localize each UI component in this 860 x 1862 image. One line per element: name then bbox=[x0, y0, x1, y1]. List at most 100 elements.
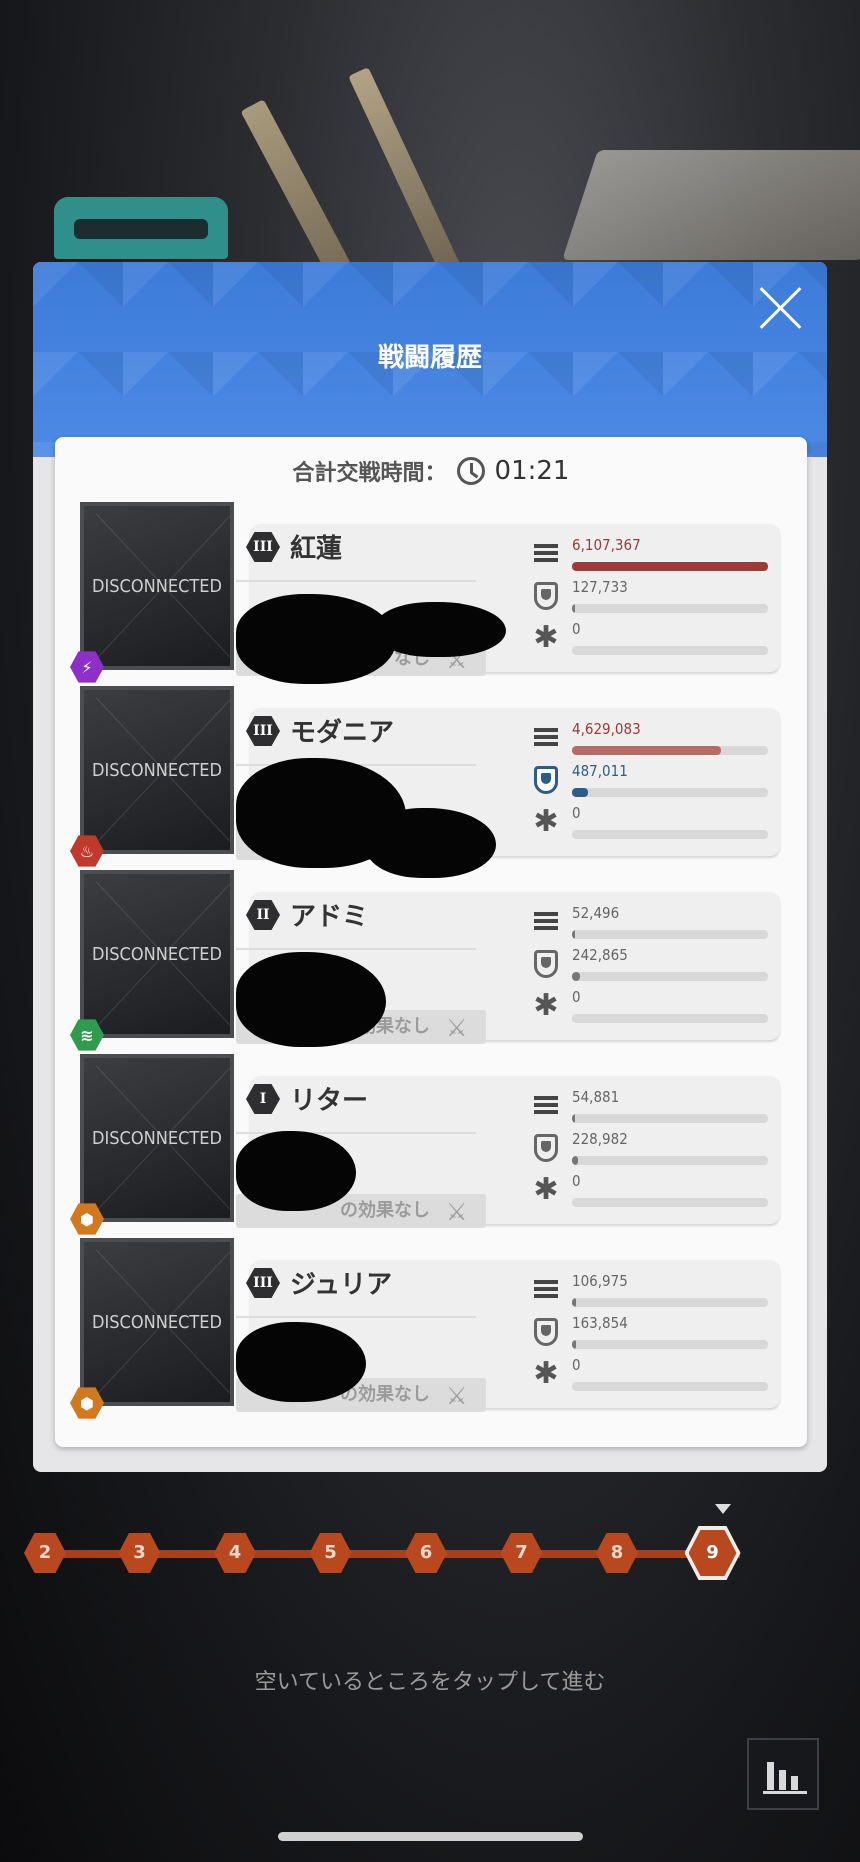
damage-bar bbox=[572, 1298, 768, 1307]
stage-progress: 23456789 bbox=[24, 1504, 760, 1580]
current-stage-marker bbox=[715, 1504, 731, 1514]
character-name: ジュリア bbox=[290, 1270, 393, 1300]
rank-badge: III bbox=[246, 716, 280, 746]
heal-value: 0 bbox=[572, 1172, 581, 1190]
history-row: DISCONNECTED ⬢ 54,881 228,982 ✱ 0 I リター bbox=[70, 1054, 792, 1235]
damage-value: 4,629,083 bbox=[572, 720, 641, 738]
damage-stat: 4,629,083 bbox=[534, 720, 772, 760]
shield-value: 163,854 bbox=[572, 1314, 628, 1332]
shield-bar bbox=[572, 972, 768, 981]
heal-stat: ✱ 0 bbox=[533, 1172, 772, 1212]
damage-stat: 52,496 bbox=[534, 904, 772, 944]
character-name: モダニア bbox=[290, 718, 395, 748]
heal-stat: ✱ 0 bbox=[533, 804, 772, 844]
damage-stat: 6,107,367 bbox=[534, 536, 772, 576]
history-row: DISCONNECTED ⚡ 6,107,367 127,733 ✱ 0 III… bbox=[70, 502, 792, 684]
stage-node: 8 bbox=[596, 1533, 638, 1573]
damage-bar bbox=[572, 562, 768, 571]
character-name: リター bbox=[290, 1086, 369, 1116]
battle-history-modal: 戦闘履歴 合計交戦時間： 01:21 DISCONNECTED ⚡ 6,107,… bbox=[33, 262, 827, 1472]
rank-badge: III bbox=[246, 532, 280, 562]
rank-badge: II bbox=[246, 900, 280, 930]
history-row: DISCONNECTED ⬢ 106,975 163,854 ✱ 0 III ジ… bbox=[70, 1238, 792, 1419]
portrait-status: DISCONNECTED bbox=[92, 1312, 222, 1333]
stage-node: 7 bbox=[500, 1533, 543, 1573]
heal-stat: ✱ 0 bbox=[533, 988, 772, 1028]
stage-node: 4 bbox=[214, 1533, 256, 1573]
damage-stat: 106,975 bbox=[534, 1272, 772, 1312]
shield-stat: 163,854 bbox=[534, 1314, 772, 1354]
heal-stat: ✱ 0 bbox=[533, 620, 772, 660]
home-indicator[interactable] bbox=[278, 1832, 583, 1841]
shield-value: 228,982 bbox=[572, 1130, 628, 1148]
damage-stat: 54,881 bbox=[534, 1088, 772, 1128]
name-divider bbox=[236, 948, 476, 950]
background-cloth bbox=[562, 150, 860, 260]
redaction-blot bbox=[366, 808, 496, 878]
damage-value: 52,496 bbox=[572, 904, 620, 922]
damage-value: 54,881 bbox=[572, 1088, 620, 1106]
rank-badge: III bbox=[246, 1268, 280, 1298]
damage-bar bbox=[572, 746, 768, 755]
character-name: 紅蓮 bbox=[290, 534, 343, 564]
character-portrait[interactable]: DISCONNECTED bbox=[80, 1238, 234, 1406]
name-area: II アドミ 効果なし ⚔ bbox=[236, 892, 566, 1047]
heal-bar bbox=[572, 830, 768, 839]
shield-stat: 487,011 bbox=[534, 762, 772, 802]
portrait-status: DISCONNECTED bbox=[92, 760, 222, 781]
heal-bar bbox=[572, 1382, 768, 1391]
crossed-swords-icon: ⚔ bbox=[446, 1014, 468, 1042]
redaction-blot bbox=[236, 1131, 356, 1211]
rank-badge: I bbox=[246, 1084, 280, 1114]
heal-stat: ✱ 0 bbox=[533, 1356, 772, 1396]
shield-bar bbox=[572, 1156, 768, 1165]
redaction-blot bbox=[236, 594, 396, 684]
shield-stat: 127,733 bbox=[534, 578, 772, 618]
portrait-status: DISCONNECTED bbox=[92, 576, 222, 597]
portrait-status: DISCONNECTED bbox=[92, 1128, 222, 1149]
heal-bar bbox=[572, 1014, 768, 1023]
character-portrait[interactable]: DISCONNECTED bbox=[80, 686, 234, 854]
heal-value: 0 bbox=[572, 988, 581, 1006]
name-area: III ジュリア の効果なし ⚔ bbox=[236, 1260, 566, 1412]
name-divider bbox=[236, 1316, 476, 1318]
clock-icon bbox=[456, 457, 485, 485]
stats-button[interactable] bbox=[747, 1738, 819, 1810]
history-panel: 合計交戦時間： 01:21 DISCONNECTED ⚡ 6,107,367 1… bbox=[55, 437, 807, 1447]
shield-bar bbox=[572, 604, 768, 613]
damage-value: 6,107,367 bbox=[572, 536, 641, 554]
shield-value: 487,011 bbox=[572, 762, 628, 780]
name-area: III 紅蓮 なし ⚔ bbox=[236, 524, 566, 684]
shield-bar bbox=[572, 1340, 768, 1349]
tap-to-continue-hint: 空いているところをタップして進む bbox=[254, 1670, 606, 1695]
damage-bar bbox=[572, 930, 768, 939]
name-divider bbox=[236, 580, 476, 582]
total-time-label: 合計交戦時間： bbox=[292, 461, 447, 486]
shield-value: 127,733 bbox=[572, 578, 628, 596]
character-portrait[interactable]: DISCONNECTED bbox=[80, 870, 234, 1038]
character-portrait[interactable]: DISCONNECTED bbox=[80, 1054, 234, 1222]
heal-bar bbox=[572, 1198, 768, 1207]
portrait-status: DISCONNECTED bbox=[92, 944, 222, 965]
shield-value: 242,865 bbox=[572, 946, 628, 964]
shield-bar bbox=[572, 788, 768, 797]
stage-node: 5 bbox=[309, 1533, 352, 1573]
history-row: DISCONNECTED ≋ 52,496 242,865 ✱ 0 II アドミ bbox=[70, 870, 792, 1051]
total-time-value: 01:21 bbox=[494, 456, 570, 486]
heal-bar bbox=[572, 646, 768, 655]
crossed-swords-icon: ⚔ bbox=[446, 1382, 468, 1410]
redaction-blot bbox=[236, 1322, 366, 1402]
background-tag bbox=[54, 197, 228, 259]
close-button[interactable] bbox=[755, 284, 805, 334]
redaction-blot bbox=[376, 602, 506, 657]
damage-value: 106,975 bbox=[572, 1272, 628, 1290]
character-portrait[interactable]: DISCONNECTED bbox=[80, 502, 234, 670]
character-name: アドミ bbox=[290, 902, 369, 932]
modal-title: 戦闘履歴 bbox=[377, 343, 482, 373]
heal-value: 0 bbox=[572, 620, 581, 638]
heal-value: 0 bbox=[572, 804, 581, 822]
bar-chart-icon bbox=[767, 1762, 774, 1790]
shield-stat: 242,865 bbox=[534, 946, 772, 986]
name-area: I リター の効果なし ⚔ bbox=[236, 1076, 566, 1228]
stage-node: 6 bbox=[405, 1533, 447, 1573]
